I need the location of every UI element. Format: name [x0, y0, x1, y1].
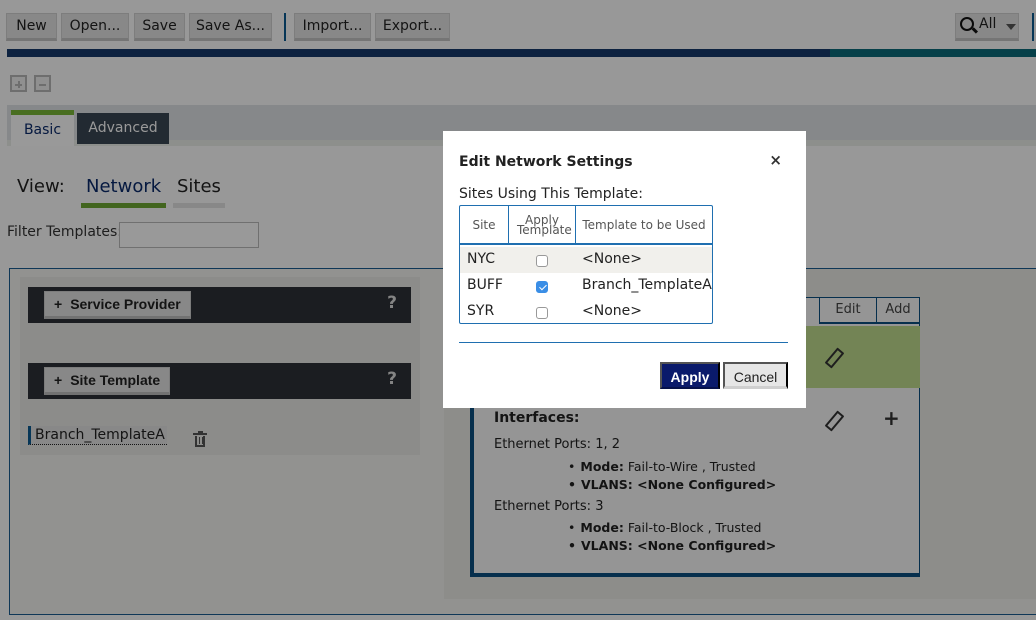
apply-template-checkbox[interactable]	[536, 281, 548, 293]
site-name: SYR	[467, 303, 495, 319]
table-row: NYC <None>	[460, 247, 712, 273]
apply-button[interactable]: Apply	[660, 362, 720, 389]
column-header-apply-template: Apply Template	[509, 206, 576, 245]
column-header-template: Template to be Used	[576, 206, 712, 245]
edit-network-settings-dialog: Edit Network Settings × Sites Using This…	[443, 131, 806, 408]
column-header-site: Site	[460, 206, 509, 245]
template-value: <None>	[582, 251, 642, 267]
site-name: BUFF	[467, 277, 503, 293]
cancel-button[interactable]: Cancel	[723, 362, 788, 389]
sites-table: Site Apply Template Template to be Used …	[459, 205, 713, 324]
apply-template-checkbox[interactable]	[536, 307, 548, 319]
template-value: Branch_TemplateA	[582, 277, 712, 293]
apply-template-label: Apply Template	[517, 212, 572, 237]
close-icon[interactable]: ×	[769, 151, 782, 169]
table-row: BUFF Branch_TemplateA	[460, 273, 712, 299]
sites-using-template-label: Sites Using This Template:	[459, 186, 643, 202]
dialog-divider	[459, 342, 788, 343]
site-name: NYC	[467, 251, 496, 267]
apply-template-checkbox[interactable]	[536, 255, 548, 267]
table-row: SYR <None>	[460, 299, 712, 325]
template-value: <None>	[582, 303, 642, 319]
dialog-title: Edit Network Settings	[459, 154, 633, 170]
